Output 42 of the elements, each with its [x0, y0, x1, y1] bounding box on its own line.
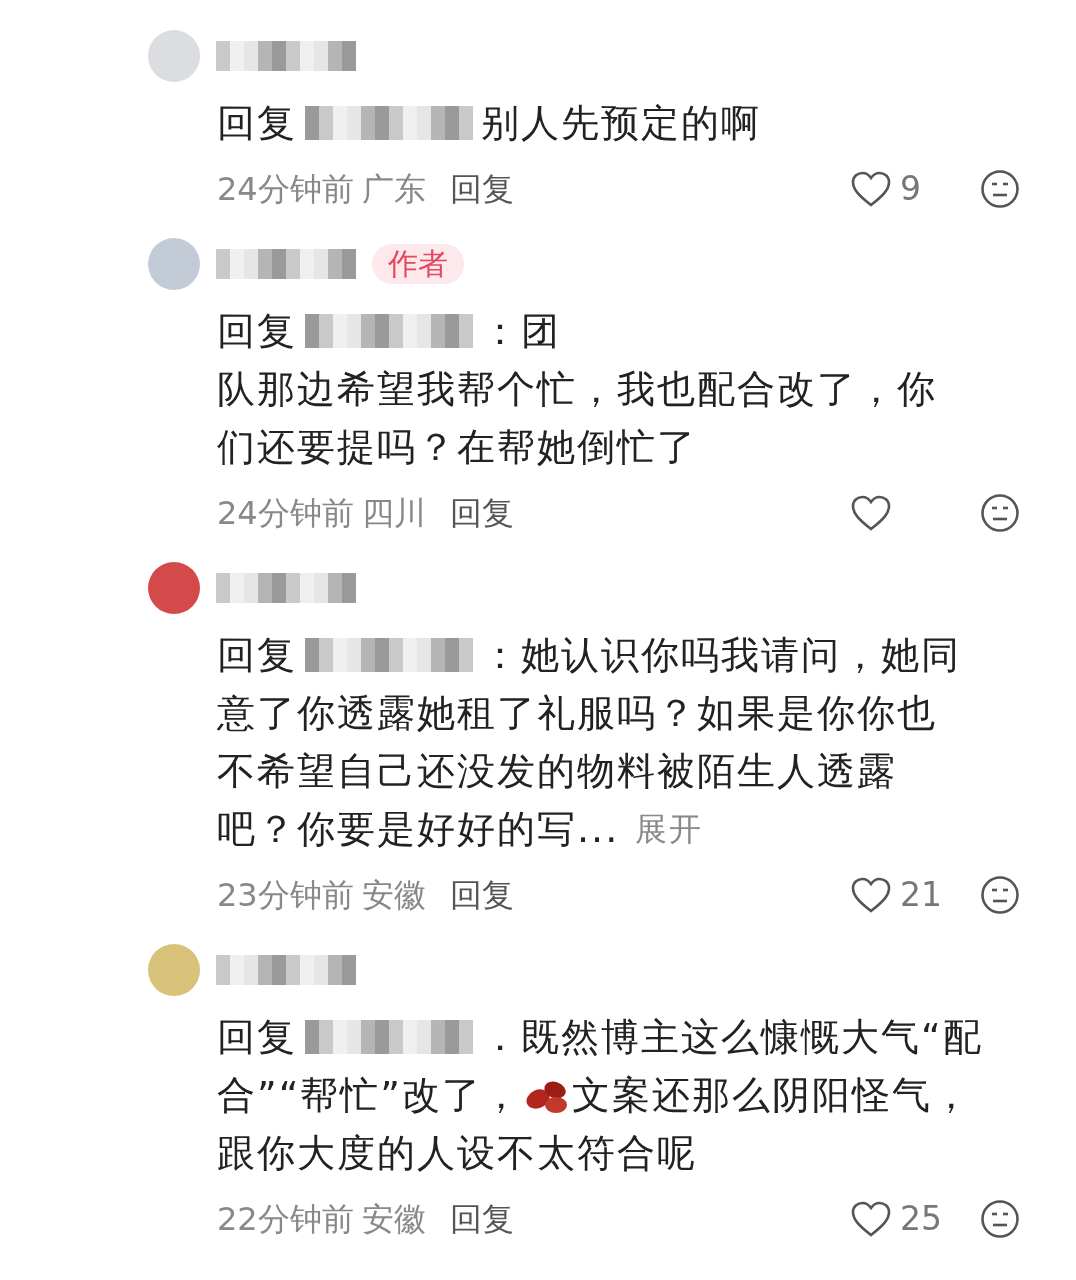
- reply-link[interactable]: 回复: [449, 871, 514, 919]
- comment-time: 23分钟前: [217, 875, 354, 916]
- comment-text: 意了你透露她租了礼服吗？如果是你你也: [217, 690, 937, 737]
- comment-text: 吧？你要是好好的写...: [217, 806, 620, 853]
- reply-label: 回复: [217, 308, 297, 355]
- comment-location: 四川: [361, 493, 426, 534]
- like-count: 21: [900, 874, 943, 917]
- neutral-face-icon[interactable]: [980, 493, 1020, 533]
- comment-location: 安徽: [361, 875, 426, 916]
- comment-text: ：团: [481, 308, 561, 355]
- heart-icon[interactable]: [850, 1200, 892, 1238]
- comment-text: ．既然博主这么慷慨大气“配: [481, 1014, 983, 1061]
- heart-icon[interactable]: [850, 494, 892, 532]
- reply-label: 回复: [217, 1014, 297, 1061]
- comment-text: 文案还那么阴阳怪气，: [572, 1072, 973, 1119]
- reply-link[interactable]: 回复: [449, 489, 514, 537]
- reply-label: 回复: [217, 100, 297, 147]
- comment-text: 不希望自己还没发的物料被陌生人透露: [217, 748, 897, 795]
- heart-icon[interactable]: [850, 876, 892, 914]
- comment-time: 24分钟前: [217, 169, 354, 210]
- like-count: 9: [900, 168, 922, 211]
- expand-link[interactable]: 展开: [635, 800, 704, 858]
- comment-location: 广东: [361, 169, 426, 210]
- comment-time: 24分钟前: [217, 493, 354, 534]
- neutral-face-icon[interactable]: [980, 1199, 1020, 1239]
- avatar[interactable]: [148, 562, 200, 614]
- like-count: 25: [900, 1198, 943, 1241]
- reply-link[interactable]: 回复: [449, 1195, 514, 1243]
- comment-text: 合”“帮忙”改了，: [217, 1072, 523, 1119]
- author-badge: 作者: [372, 244, 464, 284]
- comment-time: 22分钟前: [217, 1199, 354, 1240]
- comment-text: 跟你大度的人设不太符合呢: [217, 1130, 697, 1177]
- comment-location: 安徽: [361, 1199, 426, 1240]
- neutral-face-icon[interactable]: [980, 169, 1020, 209]
- neutral-face-icon[interactable]: [980, 875, 1020, 915]
- reply-link[interactable]: 回复: [449, 165, 514, 213]
- heart-icon[interactable]: [850, 170, 892, 208]
- reply-label: 回复: [217, 632, 297, 679]
- comment-text: 们还要提吗？在帮她倒忙了: [217, 424, 697, 471]
- comment-text: 队那边希望我帮个忙，我也配合改了，你: [217, 366, 937, 413]
- comment-text: 别人先预定的啊: [481, 100, 761, 147]
- comment-text: ：她认识你吗我请问，她同: [481, 632, 961, 679]
